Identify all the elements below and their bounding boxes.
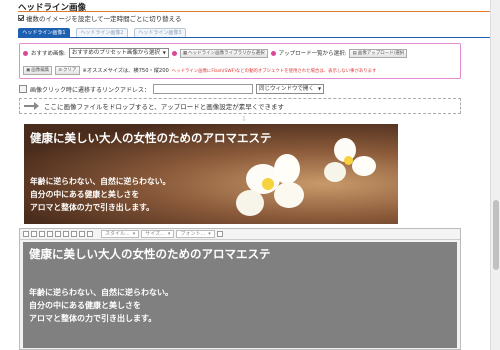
flower-petal <box>274 154 300 184</box>
scrollbar-thumb[interactable] <box>493 200 499 270</box>
rotate-label: 複数のイメージを設定して一定時間ごとに切り替える <box>26 15 182 23</box>
image-drop-zone[interactable]: ここに画像ファイルをドロップすると、アップロードと画像設定が素早くできます <box>19 98 461 114</box>
edit-button-label: 画像編集 <box>31 68 50 73</box>
headline-image-preview: 健康に美しい大人の女性のためのアロマエステ 年齢に逆らわない、自然に逆らわない。… <box>24 124 398 224</box>
link-window-value: 同じウィンドウで開く <box>259 86 315 92</box>
editor-toolbar: スタイル... ▾ サイズ... ▾ フォント... ▾ <box>20 229 460 240</box>
down-arrow-icon: ⇩ <box>241 115 247 123</box>
headline-tabs: ヘッドライン画像1 ヘッドライン画像2 ヘッドライン画像3 <box>18 28 186 37</box>
banner-line: アロマと整体の力で引き出します。 <box>30 203 154 212</box>
editor-content[interactable]: 健康に美しい大人の女性のためのアロマエステ 年齢に逆らわない、自然に逆らわない。… <box>23 242 457 348</box>
chevron-down-icon: ▼ <box>162 50 166 55</box>
editor-title: 健康に美しい大人の女性のためのアロマエステ <box>29 247 271 261</box>
flower-center <box>262 178 274 190</box>
link-window-select[interactable]: 同じウィンドウで開く ▼ <box>256 84 325 94</box>
flower-petal <box>352 156 376 176</box>
flash-warning: ヘッドライン画像にFlash(SWF)などの動的オブジェクトを使用された場合は、… <box>171 68 377 74</box>
banner-text: 年齢に逆らわない、自然に逆らわない。 自分の中にある健康と美しさを アロマと整体… <box>30 175 170 214</box>
style-select[interactable]: スタイル... ▾ <box>101 230 140 238</box>
editor-body: 年齢に逆らわない、自然に逆らわない。 自分の中にある健康と美しさを アロマと整体… <box>29 286 451 325</box>
banner-title: 健康に美しい大人の女性のためのアロマエステ <box>30 131 272 145</box>
flower-petal <box>236 190 264 216</box>
bullet-icon <box>23 50 28 56</box>
editor-line: 年齢に逆らわない、自然に逆らわない。 <box>29 287 173 297</box>
tab-headline-1[interactable]: ヘッドライン画像1 <box>18 28 70 37</box>
library-button[interactable]: ▦ ヘッドライン画像ライブラリから選択 <box>179 48 268 58</box>
link-url-input[interactable] <box>153 84 254 94</box>
style-select-value: スタイル... <box>105 231 130 237</box>
bullet-icon <box>270 50 276 56</box>
tab-headline-3[interactable]: ヘッドライン画像3 <box>134 28 186 37</box>
link-icon <box>19 85 27 93</box>
italic-icon[interactable] <box>31 231 37 237</box>
size-select[interactable]: サイズ... ▾ <box>141 230 175 238</box>
link-label: 画像クリック時に遷移するリンクアドレス： <box>30 86 151 94</box>
edit-image-button[interactable]: ▣ 画像編集 <box>23 66 53 75</box>
source-icon[interactable] <box>216 231 223 237</box>
preset-select[interactable]: おすすめのプリセット画像から選択 ▼ <box>68 48 169 58</box>
rotate-option[interactable]: 複数のイメージを設定して一定時間ごとに切り替える <box>18 13 181 23</box>
upload-label: アップロード一覧から選択: <box>278 51 347 57</box>
rotate-checkbox[interactable] <box>18 15 24 21</box>
image-icon[interactable] <box>47 231 53 237</box>
align-left-icon[interactable] <box>63 231 69 237</box>
chevron-down-icon: ▾ <box>208 231 211 237</box>
clear-icon: ⊘ <box>58 68 63 73</box>
align-right-icon[interactable] <box>79 231 85 237</box>
bullet-icon <box>171 50 177 56</box>
chevron-down-icon: ▾ <box>132 231 136 237</box>
bold-icon[interactable] <box>23 231 29 237</box>
image-settings-panel: おすすめ画像: おすすめのプリセット画像から選択 ▼ ▦ ヘッドライン画像ライブラリ… <box>19 43 461 79</box>
link-icon[interactable] <box>39 231 45 237</box>
chevron-down-icon: ▾ <box>167 231 171 237</box>
chevron-down-icon: ▼ <box>317 86 322 91</box>
table-icon[interactable] <box>55 231 61 237</box>
font-select[interactable]: フォント... ▾ <box>176 230 215 238</box>
image-icon: ▣ <box>26 68 31 73</box>
preset-label: おすすめ画像: <box>31 51 66 57</box>
rich-text-editor[interactable]: スタイル... ▾ サイズ... ▾ フォント... ▾ 健康に美しい大人の女性のため… <box>19 228 461 350</box>
tab-divider <box>18 37 490 38</box>
title-divider <box>18 11 490 12</box>
upload-button[interactable]: ▤ 画像アップロード/選択 <box>349 48 408 58</box>
editor-line: アロマと整体の力で引き出します。 <box>29 313 157 323</box>
preset-select-value: おすすめのプリセット画像から選択 <box>71 50 160 56</box>
page-scrollbar[interactable] <box>490 0 500 350</box>
editor-line: 自分の中にある健康と美しさを <box>29 300 141 310</box>
size-note: ※オススメサイズは、横750・縦200 <box>82 68 169 74</box>
clear-button-label: クリア <box>63 68 77 73</box>
upload-button-label: 画像アップロード/選択 <box>357 50 405 56</box>
tab-headline-2[interactable]: ヘッドライン画像2 <box>76 28 128 37</box>
flower-center <box>344 156 353 165</box>
link-row: 画像クリック時に遷移するリンクアドレス： 同じウィンドウで開く ▼ <box>19 84 325 94</box>
color-icon[interactable] <box>87 231 93 237</box>
library-button-label: ヘッドライン画像ライブラリから選択 <box>188 50 265 56</box>
drop-zone-text: ここに画像ファイルをドロップすると、アップロードと画像設定が素早くできます <box>44 103 285 111</box>
upload-icon: ▤ <box>352 50 357 56</box>
library-icon: ▦ <box>182 50 188 56</box>
banner-line: 年齢に逆らわない、自然に逆らわない。 <box>30 177 171 186</box>
font-select-value: フォント... <box>180 231 206 237</box>
flower-petal <box>274 182 304 208</box>
drop-arrow-icon <box>24 102 40 110</box>
align-center-icon[interactable] <box>71 231 77 237</box>
size-select-value: サイズ... <box>145 231 165 237</box>
banner-line: 自分の中にある健康と美しさを <box>30 190 140 199</box>
flower-petal <box>324 162 346 182</box>
clear-button[interactable]: ⊘ クリア <box>55 66 80 75</box>
